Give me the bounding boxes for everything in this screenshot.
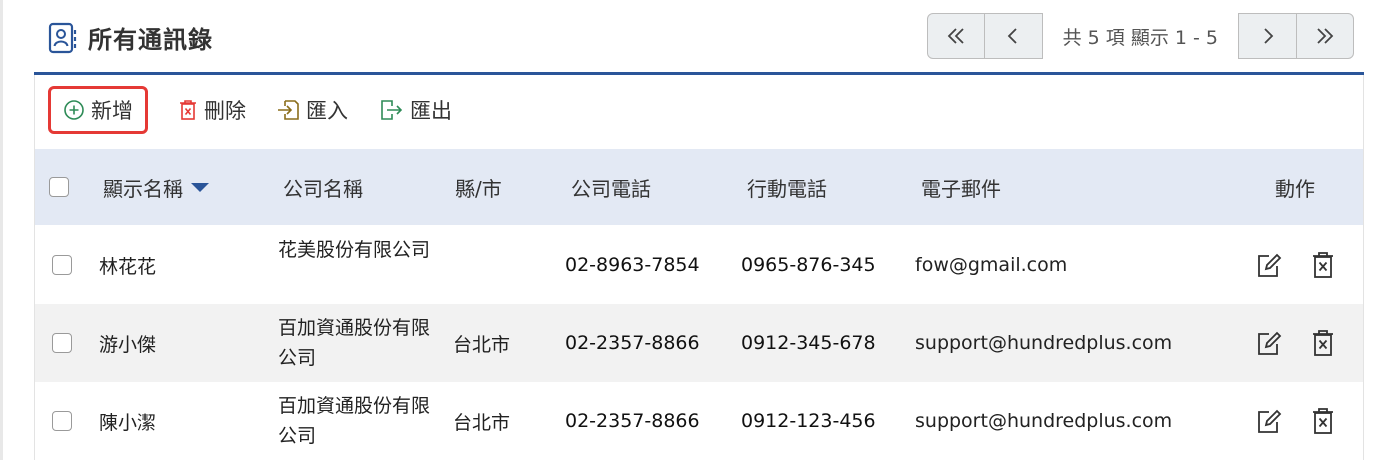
email-cell: fow@gmail.com: [915, 254, 1068, 276]
column-header-mobile: 行動電話: [747, 176, 827, 201]
mobile-cell: 0912-345-678: [741, 332, 876, 354]
column-header-email: 電子郵件: [921, 176, 1001, 201]
edit-icon: [1258, 409, 1282, 433]
select-all-checkbox-wrap: [49, 177, 69, 197]
sort-down-icon: [191, 183, 209, 192]
delete-label: 刪除: [204, 99, 246, 123]
first-page-button[interactable]: [926, 13, 985, 59]
table-header: 顯示名稱 公司名稱 縣/市 公司電話 行動電話 電子郵件 動作: [35, 149, 1363, 225]
trash-icon: [1313, 252, 1333, 278]
import-button[interactable]: 匯入: [276, 89, 348, 131]
trash-icon: [180, 100, 196, 120]
city-cell: 台北市: [453, 333, 511, 356]
prev-page-button[interactable]: [984, 13, 1043, 59]
column-header-actions: 動作: [1275, 176, 1315, 201]
trash-icon: [1313, 408, 1333, 434]
delete-button[interactable]: 刪除: [178, 89, 246, 131]
row-checkbox[interactable]: [52, 255, 72, 275]
edit-icon: [1258, 253, 1282, 277]
row-delete-button[interactable]: [1311, 251, 1335, 279]
column-header-office-phone: 公司電話: [571, 176, 651, 201]
mobile-cell: 0965-876-345: [741, 254, 876, 276]
export-label: 匯出: [410, 99, 452, 123]
last-page-button[interactable]: [1296, 13, 1354, 59]
add-label: 新增: [91, 99, 133, 123]
display-name-cell[interactable]: 游小傑: [99, 328, 156, 358]
chevron-left-icon: [1007, 28, 1017, 44]
company-cell: 花美股份有限公司: [278, 239, 431, 261]
email-cell: support@hundredplus.com: [915, 410, 1173, 432]
table-row: 林花花 花美股份有限公司 02-8963-7854 0965-876-345 f…: [35, 226, 1363, 304]
edit-button[interactable]: [1255, 252, 1283, 280]
column-header-city: 縣/市: [455, 176, 502, 201]
office-phone-cell: 02-2357-8866: [565, 410, 700, 432]
left-border: [0, 0, 3, 460]
edit-button[interactable]: [1255, 330, 1283, 358]
pagination: 共 5 項 顯示 1 - 5: [926, 12, 1354, 60]
chevron-right-icon: [1263, 28, 1273, 44]
toolbar: 新增 刪除 匯入 匯出: [35, 85, 1363, 135]
double-chevron-left-icon: [947, 28, 964, 44]
display-name-cell[interactable]: 林花花: [99, 250, 156, 280]
trash-icon: [1313, 330, 1333, 356]
edit-icon: [1258, 331, 1282, 355]
table-row: 陳小潔 百加資通股份有限公司 台北市 02-2357-8866 0912-123…: [35, 382, 1363, 460]
import-icon: [278, 100, 299, 120]
page-title: 所有通訊錄: [88, 26, 213, 54]
display-name-cell[interactable]: 陳小潔: [99, 406, 156, 436]
office-phone-cell: 02-2357-8866: [565, 332, 700, 354]
table-row: 游小傑 百加資通股份有限公司 台北市 02-2357-8866 0912-345…: [35, 304, 1363, 382]
edit-button[interactable]: [1255, 408, 1283, 436]
mobile-cell: 0912-123-456: [741, 410, 876, 432]
export-button[interactable]: 匯出: [378, 89, 452, 131]
row-delete-button[interactable]: [1311, 407, 1335, 435]
page-header: 所有通訊錄 共 5 項 顯示 1 - 5: [34, 0, 1364, 74]
select-all-checkbox[interactable]: [49, 177, 69, 197]
column-header-display-name[interactable]: 顯示名稱: [103, 171, 211, 203]
company-cell: 百加資通股份有限公司: [278, 317, 431, 369]
export-icon: [381, 100, 403, 120]
email-cell: support@hundredplus.com: [915, 332, 1173, 354]
office-phone-cell: 02-8963-7854: [565, 254, 700, 276]
add-button[interactable]: 新增: [48, 86, 148, 134]
import-label: 匯入: [306, 99, 348, 123]
column-header-company: 公司名稱: [283, 176, 363, 201]
company-cell: 百加資通股份有限公司: [278, 395, 431, 447]
double-chevron-right-icon: [1317, 28, 1334, 44]
row-checkbox[interactable]: [52, 333, 72, 353]
row-delete-button[interactable]: [1311, 329, 1335, 357]
contacts-book-icon: [48, 22, 77, 53]
title-group: 所有通訊錄: [48, 20, 213, 55]
row-checkbox[interactable]: [52, 411, 72, 431]
city-cell: 台北市: [453, 411, 511, 434]
next-page-button[interactable]: [1238, 13, 1296, 59]
plus-circle-icon: [64, 100, 84, 120]
contacts-panel: 新增 刪除 匯入 匯出 顯示名稱 公司名稱 縣/市 公司電話 行動電話 電子郵件…: [34, 75, 1364, 460]
pagination-summary: 共 5 項 顯示 1 - 5: [1062, 26, 1218, 49]
